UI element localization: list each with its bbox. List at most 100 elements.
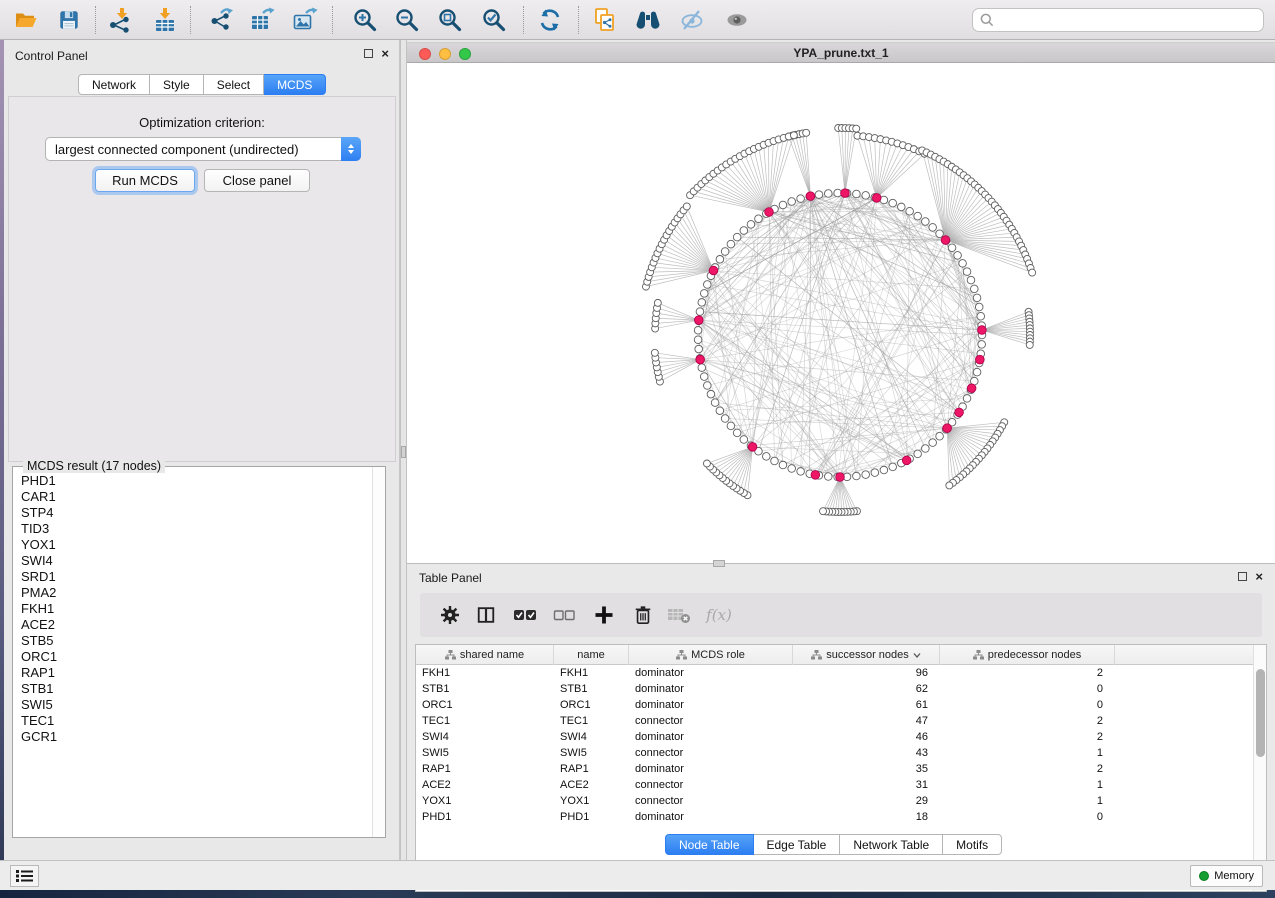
vertical-splitter[interactable]	[400, 40, 407, 860]
table-row[interactable]: TEC1TEC1connector472	[416, 713, 1253, 729]
attribute-type-icon	[973, 650, 984, 660]
column-header[interactable]: predecessor nodes	[940, 645, 1115, 665]
tab-edge-table[interactable]: Edge Table	[754, 834, 841, 855]
network-view-panel: YPA_prune.txt_1	[407, 40, 1275, 563]
table-cell: FKH1	[554, 665, 629, 681]
export-network-button[interactable]	[204, 3, 240, 37]
mcds-result-item[interactable]: STB5	[21, 633, 371, 649]
table-scrollbar-thumb[interactable]	[1256, 669, 1265, 757]
mcds-result-item[interactable]: PMA2	[21, 585, 371, 601]
table-row[interactable]: SWI5SWI5connector431	[416, 745, 1253, 761]
hide-selected-button[interactable]	[674, 3, 710, 37]
criterion-dropdown[interactable]: largest connected component (undirected)	[45, 137, 361, 161]
table-row[interactable]: STB1STB1dominator620	[416, 681, 1253, 697]
delete-table-button[interactable]	[663, 600, 695, 630]
show-panels-menu-button[interactable]	[10, 865, 39, 887]
delete-column-button[interactable]	[627, 600, 659, 630]
table-settings-button[interactable]	[434, 600, 466, 630]
column-header[interactable]: MCDS role	[629, 645, 793, 665]
float-panel-icon[interactable]	[364, 49, 373, 58]
first-neighbors-button[interactable]	[630, 3, 666, 37]
network-graph[interactable]	[407, 63, 1275, 563]
mcds-result-item[interactable]: SRD1	[21, 569, 371, 585]
search-field[interactable]	[972, 8, 1264, 32]
copy-network-button[interactable]	[587, 3, 623, 37]
table-row[interactable]: SWI4SWI4dominator462	[416, 729, 1253, 745]
zoom-selected-button[interactable]	[476, 3, 512, 37]
column-header[interactable]: shared name	[416, 645, 554, 665]
tab-mcds[interactable]: MCDS	[264, 74, 326, 95]
table-row[interactable]: PHD1PHD1dominator180	[416, 809, 1253, 825]
mcds-result-item[interactable]: CAR1	[21, 489, 371, 505]
open-session-button[interactable]	[8, 3, 44, 37]
refresh-button[interactable]	[532, 3, 568, 37]
show-all-button[interactable]	[719, 3, 755, 37]
column-header[interactable]: successor nodes	[793, 645, 940, 665]
zoom-fit-button[interactable]	[432, 3, 468, 37]
mcds-result-item[interactable]: SWI4	[21, 553, 371, 569]
tab-node-table[interactable]: Node Table	[665, 834, 754, 855]
zoom-in-button[interactable]	[347, 3, 383, 37]
export-image-button[interactable]	[287, 3, 323, 37]
mcds-result-item[interactable]: TEC1	[21, 713, 371, 729]
binoculars-icon	[634, 8, 662, 32]
mcds-result-item[interactable]: STP4	[21, 505, 371, 521]
gear-icon	[439, 604, 461, 626]
eye-slash-icon	[679, 8, 705, 32]
table-cell: ACE2	[416, 777, 554, 793]
mcds-result-scrollbar[interactable]	[372, 467, 385, 837]
mcds-result-list[interactable]: PHD1CAR1STP4TID3YOX1SWI4SRD1PMA2FKH1ACE2…	[14, 471, 371, 836]
column-header[interactable]: name	[554, 645, 629, 665]
mcds-result-item[interactable]: STB1	[21, 681, 371, 697]
mcds-result-item[interactable]: PHD1	[21, 473, 371, 489]
tab-network[interactable]: Network	[78, 74, 150, 95]
import-network-button[interactable]	[102, 3, 138, 37]
table-cell: ACE2	[554, 777, 629, 793]
mcds-result-item[interactable]: YOX1	[21, 537, 371, 553]
mcds-result-item[interactable]: ORC1	[21, 649, 371, 665]
mcds-result-item[interactable]: RAP1	[21, 665, 371, 681]
function-builder-button[interactable]: f(x)	[703, 600, 735, 630]
tab-network-table[interactable]: Network Table	[840, 834, 943, 855]
table-cell: PHD1	[416, 809, 554, 825]
table-row[interactable]: ACE2ACE2connector311	[416, 777, 1253, 793]
mcds-result-item[interactable]: SWI5	[21, 697, 371, 713]
import-table-button[interactable]	[147, 3, 183, 37]
network-window-titlebar[interactable]: YPA_prune.txt_1	[407, 42, 1275, 63]
tab-select[interactable]: Select	[204, 74, 264, 95]
tab-motifs[interactable]: Motifs	[943, 834, 1002, 855]
table-row[interactable]: RAP1RAP1dominator352	[416, 761, 1253, 777]
mcds-result-item[interactable]: FKH1	[21, 601, 371, 617]
toggle-panel-layout-button[interactable]	[470, 600, 502, 630]
close-panel-icon[interactable]: ×	[1255, 572, 1263, 581]
tab-style[interactable]: Style	[150, 74, 204, 95]
mcds-result-item[interactable]: GCR1	[21, 729, 371, 745]
close-panel-icon[interactable]: ×	[381, 49, 389, 58]
table-row[interactable]: ORC1ORC1dominator610	[416, 697, 1253, 713]
table-scrollbar[interactable]	[1253, 645, 1266, 891]
table-cell: 46	[793, 729, 940, 745]
run-mcds-button[interactable]: Run MCDS	[95, 169, 195, 192]
export-table-button[interactable]	[244, 3, 280, 37]
search-input[interactable]	[999, 12, 1263, 28]
table-cell: 47	[793, 713, 940, 729]
memory-button[interactable]: Memory	[1190, 865, 1263, 887]
table-row[interactable]: YOX1YOX1connector291	[416, 793, 1253, 809]
create-column-button[interactable]	[588, 600, 620, 630]
dropdown-stepper-icon	[341, 137, 361, 161]
select-all-columns-button[interactable]	[509, 600, 541, 630]
zoom-out-button[interactable]	[389, 3, 425, 37]
table-row[interactable]: FKH1FKH1dominator962	[416, 665, 1253, 681]
close-panel-button[interactable]: Close panel	[204, 169, 310, 192]
mcds-result-item[interactable]: TID3	[21, 521, 371, 537]
float-panel-icon[interactable]	[1238, 572, 1247, 581]
deselect-all-columns-button[interactable]	[548, 600, 580, 630]
table-cell: 61	[793, 697, 940, 713]
splitter-grip[interactable]	[401, 446, 406, 458]
table-cell: 2	[940, 729, 1115, 745]
horizontal-splitter-grip[interactable]	[713, 560, 725, 567]
network-canvas[interactable]	[407, 63, 1275, 563]
table-panel-title: Table Panel	[419, 571, 482, 585]
save-session-button[interactable]	[51, 3, 87, 37]
mcds-result-item[interactable]: ACE2	[21, 617, 371, 633]
